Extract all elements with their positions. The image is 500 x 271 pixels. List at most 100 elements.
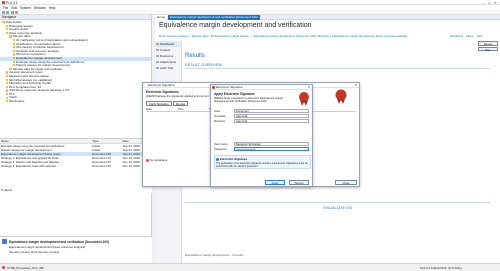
sign-button[interactable]: Sign xyxy=(478,46,498,51)
folder-icon xyxy=(5,71,9,74)
tree-item[interactable]: Workspace xyxy=(0,99,151,104)
folder-icon xyxy=(2,21,5,24)
close-button[interactable]: ✕ xyxy=(494,1,497,5)
section-visualization: VISUALIZATION xyxy=(322,206,353,210)
section-result-overview: RESULT OVERVIEW xyxy=(185,63,223,67)
seal-icon xyxy=(335,89,347,104)
user-name-field[interactable]: Benjamin Schneider xyxy=(234,142,309,146)
password-field[interactable]: •••••••••••••••••••• xyxy=(234,147,309,151)
user-name-label: User name xyxy=(214,142,228,146)
menu-help[interactable]: Help xyxy=(49,6,56,10)
document-icon xyxy=(2,239,7,244)
status-left: SYSB_Permanent_PLA_3/B xyxy=(7,266,44,270)
folder-icon xyxy=(5,78,9,81)
table-row[interactable]: Strategy 3: Equivalence tests with selec… xyxy=(0,164,152,168)
folder-icon xyxy=(9,35,12,38)
tree-item-label: Workspace xyxy=(9,99,25,104)
definitions-link[interactable]: Definitions xyxy=(450,34,463,38)
folder-icon xyxy=(5,75,9,78)
breadcrumb[interactable]: Dose response analysis > Sample data > 0… xyxy=(159,34,407,38)
col-time[interactable]: Time xyxy=(178,107,210,111)
menu-file[interactable]: File xyxy=(3,6,8,10)
folder-icon xyxy=(12,60,16,63)
app-icon xyxy=(1,1,5,4)
filters-link[interactable]: Filters xyxy=(466,34,474,38)
close-dialog-button[interactable]: Close xyxy=(335,180,357,185)
section-divider-2 xyxy=(185,202,490,203)
no-signatures-text: No signatures xyxy=(150,158,168,162)
seal-small-icon xyxy=(212,86,215,89)
info-title: Electronic Signature xyxy=(220,157,248,161)
close-icon[interactable]: ✕ xyxy=(307,85,310,90)
document-header: Equivalence margin development and verif… xyxy=(155,20,500,40)
nav-attachments-label: Attachments xyxy=(160,60,177,64)
home-icon[interactable] xyxy=(15,10,18,14)
folder-icon xyxy=(12,39,16,42)
back-icon[interactable] xyxy=(1,10,5,14)
result-overview-section: RESULT OVERVIEW xyxy=(185,63,490,69)
cancel-button[interactable]: Cancel xyxy=(289,180,309,185)
area-field[interactable]: Document xyxy=(234,109,309,113)
header-links: Definitions Filters Help xyxy=(450,34,482,38)
bottom-summary: Equivalence margin development - 3 resul… xyxy=(185,253,244,257)
credentials-form: User name Benjamin Schneider Password ••••… xyxy=(214,142,311,151)
folder-icon xyxy=(5,100,9,103)
revoke-button[interactable]: Revoke xyxy=(172,101,189,106)
forward-icon[interactable] xyxy=(6,10,9,14)
meaning-field[interactable]: Approval xyxy=(234,119,309,123)
col-date[interactable]: Date xyxy=(146,107,178,111)
apply-heading: Apply Electronic Signature xyxy=(214,92,255,96)
visualization-section: VISUALIZATION xyxy=(185,202,490,210)
apply-signature-button[interactable]: Apply Signature xyxy=(146,101,172,106)
minimize-button[interactable]: – xyxy=(482,1,484,5)
content-icon xyxy=(156,48,159,52)
status-bar: SYSB_Permanent_PLA_3/B PLA 3.1.0 (Build … xyxy=(0,263,500,271)
area-label: Area xyxy=(214,109,220,113)
folder-icon xyxy=(12,46,16,49)
refresh-icon[interactable] xyxy=(10,10,14,14)
nav-audit-trail[interactable]: Audit Trail xyxy=(155,65,181,71)
folder-icon xyxy=(12,53,16,56)
nav-content-label: Content xyxy=(160,48,171,52)
cell-type: Document 176 xyxy=(92,164,112,168)
warning-icon xyxy=(146,158,149,162)
info-icon xyxy=(216,157,219,161)
template-field[interactable]: Approval xyxy=(234,114,309,118)
seal-icon xyxy=(299,92,309,106)
signatures-dialog-title: Electronic Signature xyxy=(148,83,175,87)
apply-dialog-title: Electronic Signature xyxy=(216,85,243,89)
navigator-tree: Root Folder Biological assays Control char… xyxy=(0,20,151,104)
menu-window[interactable]: Window xyxy=(34,6,46,10)
status-right: PLA 3.1.0 (Build 916, SYS 329+) xyxy=(420,266,463,270)
reference-icon xyxy=(156,54,159,58)
maximize-button[interactable]: □ xyxy=(488,1,490,5)
apply-dialog-titlebar: Electronic Signature ✕ xyxy=(211,85,312,90)
tree-item-label: TSC/Dose response analysis package 1.0.5 xyxy=(9,88,70,93)
audit-trail-icon xyxy=(156,66,159,70)
apply-button[interactable]: Apply xyxy=(265,180,285,185)
folder-icon xyxy=(5,82,9,85)
folder-icon xyxy=(12,42,16,45)
folder-icon xyxy=(5,96,9,99)
help-link[interactable]: Help xyxy=(477,34,483,38)
nav-dashboard-label: Dashboard xyxy=(160,42,175,46)
folder-icon xyxy=(12,49,16,53)
properties-line-2: Security context: Root Security Context xyxy=(9,249,60,254)
signature-form: Area Document Template Approval Meaning App… xyxy=(214,109,311,124)
window-title: PLA 3.1 xyxy=(6,0,18,5)
status-icon xyxy=(2,266,5,269)
info-box: Electronic Signature The application of … xyxy=(214,155,311,169)
menu-system[interactable]: System xyxy=(20,6,31,10)
template-label: Template xyxy=(214,114,226,118)
results-heading: Results xyxy=(185,53,206,59)
cell-name: Strategy 3: Equivalence tests with selec… xyxy=(1,164,59,168)
password-label: Password xyxy=(214,147,227,151)
folder-icon xyxy=(12,57,16,60)
properties-panel: Equivalence margin development and verif… xyxy=(0,236,152,263)
revise-button[interactable]: Revise xyxy=(478,41,498,46)
right-actions: Revise Sign xyxy=(478,41,498,51)
folder-icon xyxy=(5,92,9,96)
menu-edit[interactable]: Edit xyxy=(11,6,17,10)
no-signatures-note: No signatures xyxy=(146,158,167,162)
properties-title: Equivalence margin development and verif… xyxy=(9,239,109,244)
